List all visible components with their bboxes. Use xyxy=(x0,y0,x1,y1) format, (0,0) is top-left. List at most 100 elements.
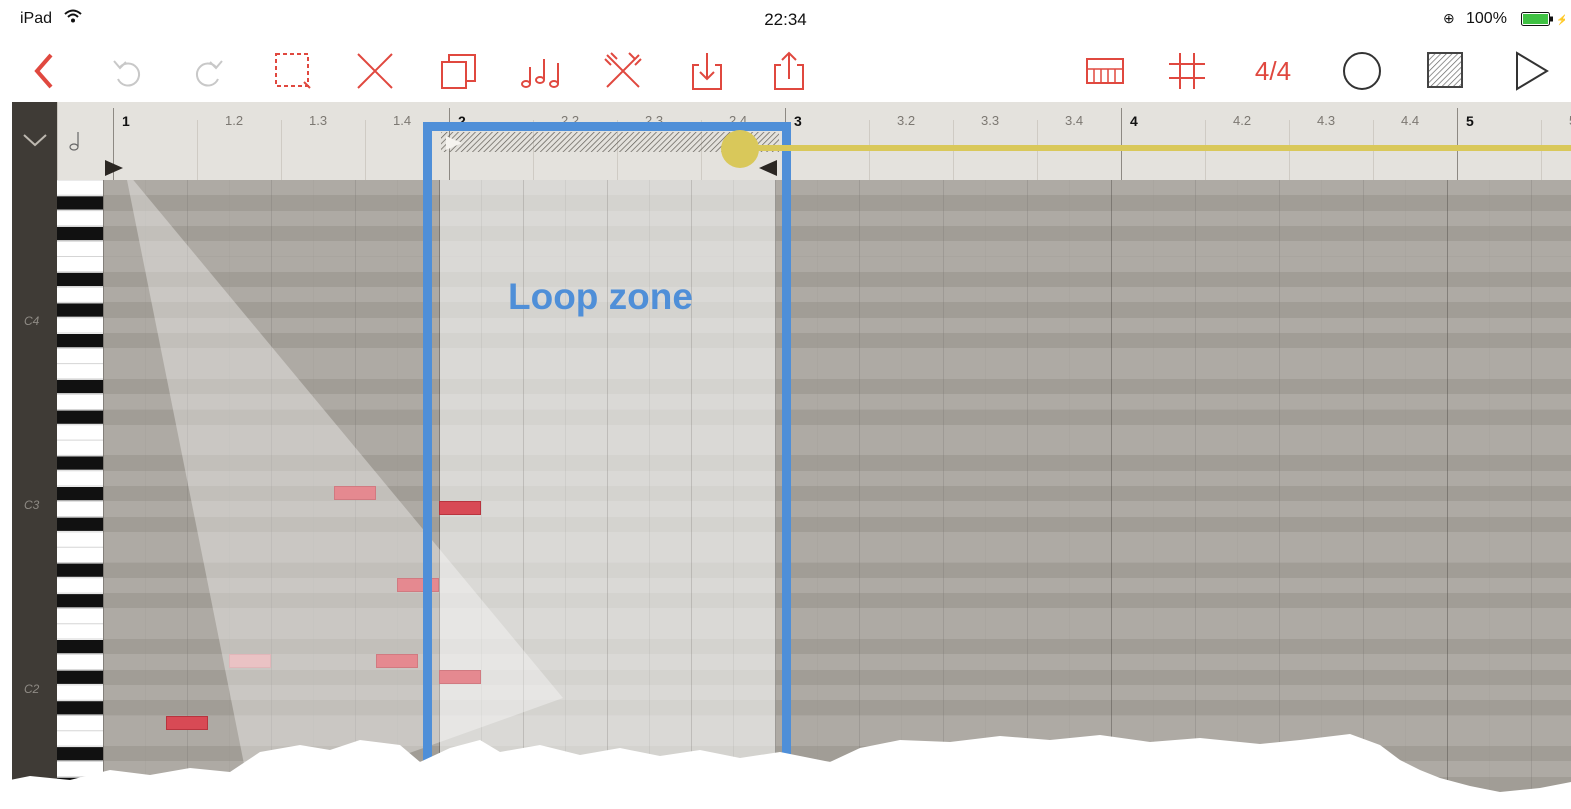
ruler-tick-label: 3.3 xyxy=(981,113,1000,128)
black-key[interactable] xyxy=(57,563,103,577)
grid-beat-line xyxy=(943,180,944,809)
ruler-tick-label: 3.2 xyxy=(897,113,916,128)
ruler-tick-label: 4.4 xyxy=(1401,113,1420,128)
ruler-beat-line xyxy=(365,120,366,180)
ruler-beat-line xyxy=(197,120,198,180)
play-button[interactable] xyxy=(1508,40,1554,102)
half-note-icon xyxy=(69,132,79,151)
black-key[interactable] xyxy=(57,777,103,791)
duplicate-button[interactable] xyxy=(436,40,482,102)
black-key[interactable] xyxy=(57,272,103,287)
ruler-bar-line xyxy=(1121,108,1122,180)
grid-beat-line xyxy=(1405,180,1406,809)
black-key[interactable] xyxy=(57,640,103,654)
ruler-tick-label: 4 xyxy=(1130,113,1138,129)
share-icon xyxy=(774,51,804,90)
loop-zone-label: Loop zone xyxy=(508,276,693,317)
black-key[interactable] xyxy=(57,410,103,424)
ruler-tick-label: 3.4 xyxy=(1065,113,1084,128)
record-button[interactable] xyxy=(1339,40,1385,102)
delete-button[interactable] xyxy=(352,40,398,102)
grid-beat-line xyxy=(985,180,986,809)
battery-icon: ⚡ xyxy=(1521,12,1568,26)
black-key[interactable] xyxy=(57,226,103,241)
tools-button[interactable] xyxy=(600,40,646,102)
piano-keyboard[interactable] xyxy=(57,180,103,809)
ruler-tick-label: 1.3 xyxy=(309,113,328,128)
loop-pattern-icon xyxy=(1427,52,1463,88)
black-key[interactable] xyxy=(57,334,103,348)
keyboard-icon xyxy=(1086,58,1124,84)
note-grid[interactable] xyxy=(103,180,1571,809)
redo-button[interactable] xyxy=(186,40,232,102)
black-key[interactable] xyxy=(57,196,103,210)
chevron-down-icon xyxy=(23,134,47,147)
svg-text:⚡: ⚡ xyxy=(1556,13,1565,26)
grid-beat-line xyxy=(1363,180,1364,809)
marquee-select-icon xyxy=(275,53,311,89)
ruler-tick-label: 1.4 xyxy=(393,113,412,128)
black-key[interactable] xyxy=(57,594,103,608)
loop-zone-annotation-box xyxy=(423,122,791,774)
grid-beat-line xyxy=(1321,180,1322,809)
grid-beat-line xyxy=(1153,180,1154,809)
ruler-tick-label: 1 xyxy=(122,113,130,129)
octave-label-c3: C3 xyxy=(24,498,40,512)
playhead-marker[interactable] xyxy=(105,160,123,176)
battery-percent: 100% xyxy=(1466,10,1507,27)
duplicate-icon xyxy=(441,54,476,89)
black-key[interactable] xyxy=(57,487,103,501)
ruler-beat-line xyxy=(281,120,282,180)
keyboard-button[interactable] xyxy=(1082,40,1128,102)
black-key[interactable] xyxy=(57,303,103,317)
ruler-tick-label: 1.2 xyxy=(225,113,244,128)
octave-label-c4: C4 xyxy=(24,314,40,328)
ruler-tick-label: 4.3 xyxy=(1317,113,1336,128)
grid-icon xyxy=(1169,53,1205,89)
select-button[interactable] xyxy=(270,40,316,102)
black-key[interactable] xyxy=(57,379,103,394)
grid-beat-line xyxy=(1531,180,1532,809)
grid-beat-line xyxy=(817,180,818,809)
scissors-icon xyxy=(604,52,642,88)
back-button[interactable] xyxy=(22,40,68,102)
undo-icon xyxy=(113,60,141,87)
import-icon xyxy=(692,53,722,90)
share-button[interactable] xyxy=(766,40,812,102)
rotation-lock-icon: ⊕ xyxy=(1443,10,1455,26)
black-key[interactable] xyxy=(57,456,103,470)
status-bar: iPad 22:34 ⊕ 100% ⚡ xyxy=(0,0,1571,40)
play-icon xyxy=(1516,51,1549,91)
note-length-button[interactable] xyxy=(69,130,83,157)
black-key[interactable] xyxy=(57,701,103,715)
import-button[interactable] xyxy=(684,40,730,102)
grid-beat-line xyxy=(859,180,860,809)
delete-x-icon xyxy=(357,53,393,89)
callout-line xyxy=(740,145,1571,151)
ruler-bar-line xyxy=(1457,108,1458,180)
ruler-tick-label: 4.2 xyxy=(1233,113,1252,128)
grid-beat-line xyxy=(1489,180,1490,809)
toolbar: 4/4 xyxy=(0,40,1571,102)
grid-beat-line xyxy=(1279,180,1280,809)
grid-beat-line xyxy=(1195,180,1196,809)
quantize-button[interactable] xyxy=(518,40,564,102)
grid-beat-line xyxy=(1069,180,1070,809)
grid-beat-line xyxy=(1237,180,1238,809)
black-key[interactable] xyxy=(57,670,103,684)
undo-button[interactable] xyxy=(104,40,150,102)
black-key[interactable] xyxy=(57,747,103,761)
chevron-left-icon xyxy=(34,53,53,89)
grid-beat-line xyxy=(1111,180,1112,809)
black-key[interactable] xyxy=(57,517,103,531)
ruler-tick-label: 3 xyxy=(794,113,802,129)
clock: 22:34 xyxy=(764,10,807,29)
time-signature-button[interactable]: 4/4 xyxy=(1240,40,1306,102)
timeline-ruler[interactable]: 1 1.2 1.3 1.4 2 2.2 2.3 2.4 3 3.2 3.3 3.4 4 4.2 4.3 4.4… xyxy=(57,102,1571,180)
loop-button[interactable] xyxy=(1423,40,1469,102)
callout-dot xyxy=(721,130,759,168)
octave-sidebar: C4 C3 C2 xyxy=(12,102,57,809)
collapse-button[interactable] xyxy=(22,132,48,153)
grid-button[interactable] xyxy=(1164,40,1210,102)
octave-label-c2: C2 xyxy=(24,682,40,696)
